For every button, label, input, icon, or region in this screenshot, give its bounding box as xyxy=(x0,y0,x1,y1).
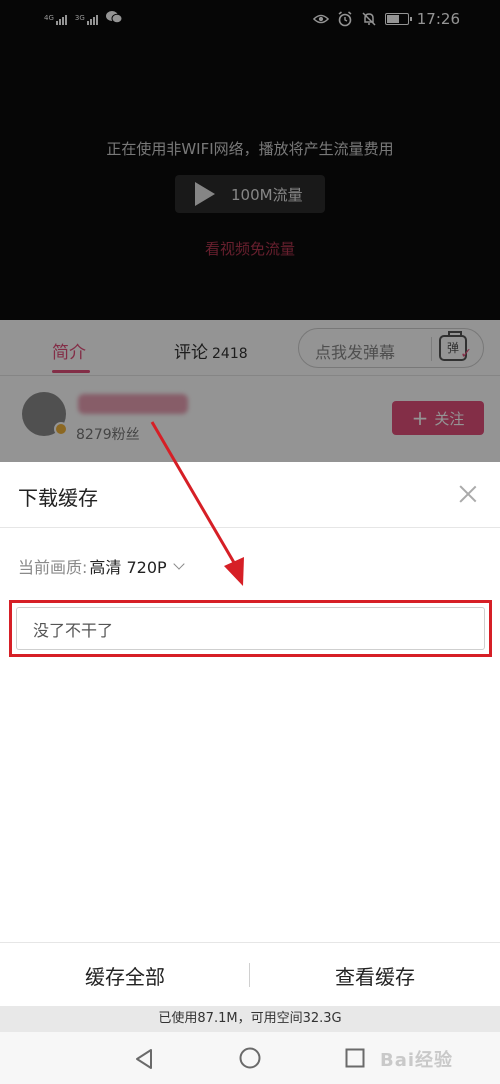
sheet-footer: 缓存全部 查看缓存 xyxy=(0,942,500,1006)
storage-info: 已使用87.1M，可用空间32.3G xyxy=(0,1006,500,1032)
chevron-down-icon xyxy=(173,558,185,570)
view-cache-button[interactable]: 查看缓存 xyxy=(250,943,500,1007)
sheet-header: 下载缓存 xyxy=(0,462,500,528)
download-cache-sheet: 下载缓存 当前画质: 高清 720P 没了不干了 缓存全部 查看缓存 已使用87… xyxy=(0,462,500,1084)
episode-title: 没了不干了 xyxy=(33,620,114,640)
home-icon[interactable] xyxy=(239,1047,261,1069)
recent-apps-icon[interactable] xyxy=(345,1048,365,1068)
close-icon[interactable] xyxy=(454,480,482,508)
episode-item[interactable]: 没了不干了 xyxy=(16,607,485,650)
system-nav-bar: Bai经验 xyxy=(0,1032,500,1084)
watermark: Bai经验 xyxy=(380,1050,454,1071)
sheet-title: 下载缓存 xyxy=(18,486,98,510)
quality-selector[interactable]: 当前画质: 高清 720P xyxy=(18,554,185,578)
modal-backdrop[interactable] xyxy=(0,0,500,462)
cache-all-button[interactable]: 缓存全部 xyxy=(0,943,250,1007)
annotation-highlight-box: 没了不干了 xyxy=(9,600,492,657)
quality-label: 当前画质: xyxy=(18,558,88,577)
quality-value: 高清 720P xyxy=(89,558,167,577)
